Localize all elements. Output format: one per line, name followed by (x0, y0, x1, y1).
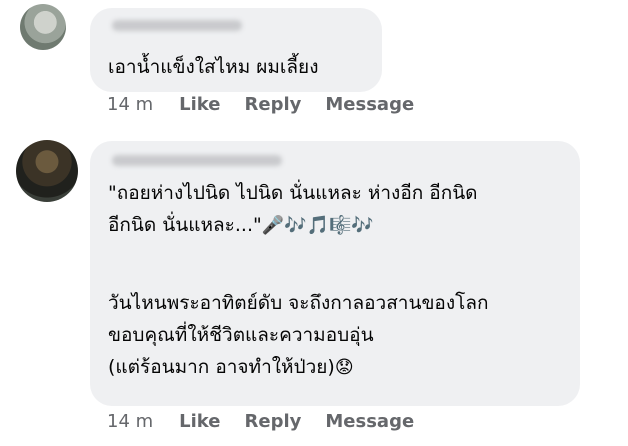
comment-text: เอาน้ำแข็งใสไหม ผมเลี้ยง (108, 56, 319, 78)
comment-text-line: วันไหนพระอาทิตย์ดับ จะถึงกาลอวสานของโลก (108, 292, 489, 314)
comment-timestamp[interactable]: 14 m (107, 411, 153, 432)
comment-actions: 14 m Like Reply Message (107, 411, 438, 432)
comment-text-line: (แต่ร้อนมาก อาจทำให้ป่วย)😟 (108, 352, 354, 383)
comment-bubble: "ถอยห่างไปนิด ไปนิด นั่นแหละ ห่างอีก อีก… (90, 141, 580, 406)
comment-text-line: อีกนิด นั่นแหละ..."🎤🎶🎵🎼🎶 (108, 210, 374, 241)
worried-face-emoji-icon: 😟 (334, 357, 354, 378)
reply-button[interactable]: Reply (245, 94, 302, 115)
like-button[interactable]: Like (179, 411, 220, 432)
comment-text-segment: อีกนิด นั่นแหละ..." (108, 214, 262, 236)
comment-text-line: "ถอยห่างไปนิด ไปนิด นั่นแหละ ห่างอีก อีก… (108, 182, 478, 204)
commenter-name-blurred[interactable] (112, 155, 282, 166)
comment-text-line: ขอบคุณที่ให้ชีวิตและความอบอุ่น (108, 324, 374, 346)
comment-bubble: เอาน้ำแข็งใสไหม ผมเลี้ยง (90, 8, 382, 92)
commenter-name-blurred[interactable] (112, 20, 242, 31)
message-button[interactable]: Message (325, 94, 414, 115)
comment-text-segment: (แต่ร้อนมาก อาจทำให้ป่วย) (108, 356, 335, 378)
avatar[interactable] (16, 140, 78, 202)
music-emoji-icon: 🎤🎶🎵🎼🎶 (261, 215, 374, 236)
avatar[interactable] (20, 4, 66, 50)
comment-actions: 14 m Like Reply Message (107, 94, 438, 115)
like-button[interactable]: Like (179, 94, 220, 115)
comment-timestamp[interactable]: 14 m (107, 94, 153, 115)
message-button[interactable]: Message (325, 411, 414, 432)
reply-button[interactable]: Reply (245, 411, 302, 432)
